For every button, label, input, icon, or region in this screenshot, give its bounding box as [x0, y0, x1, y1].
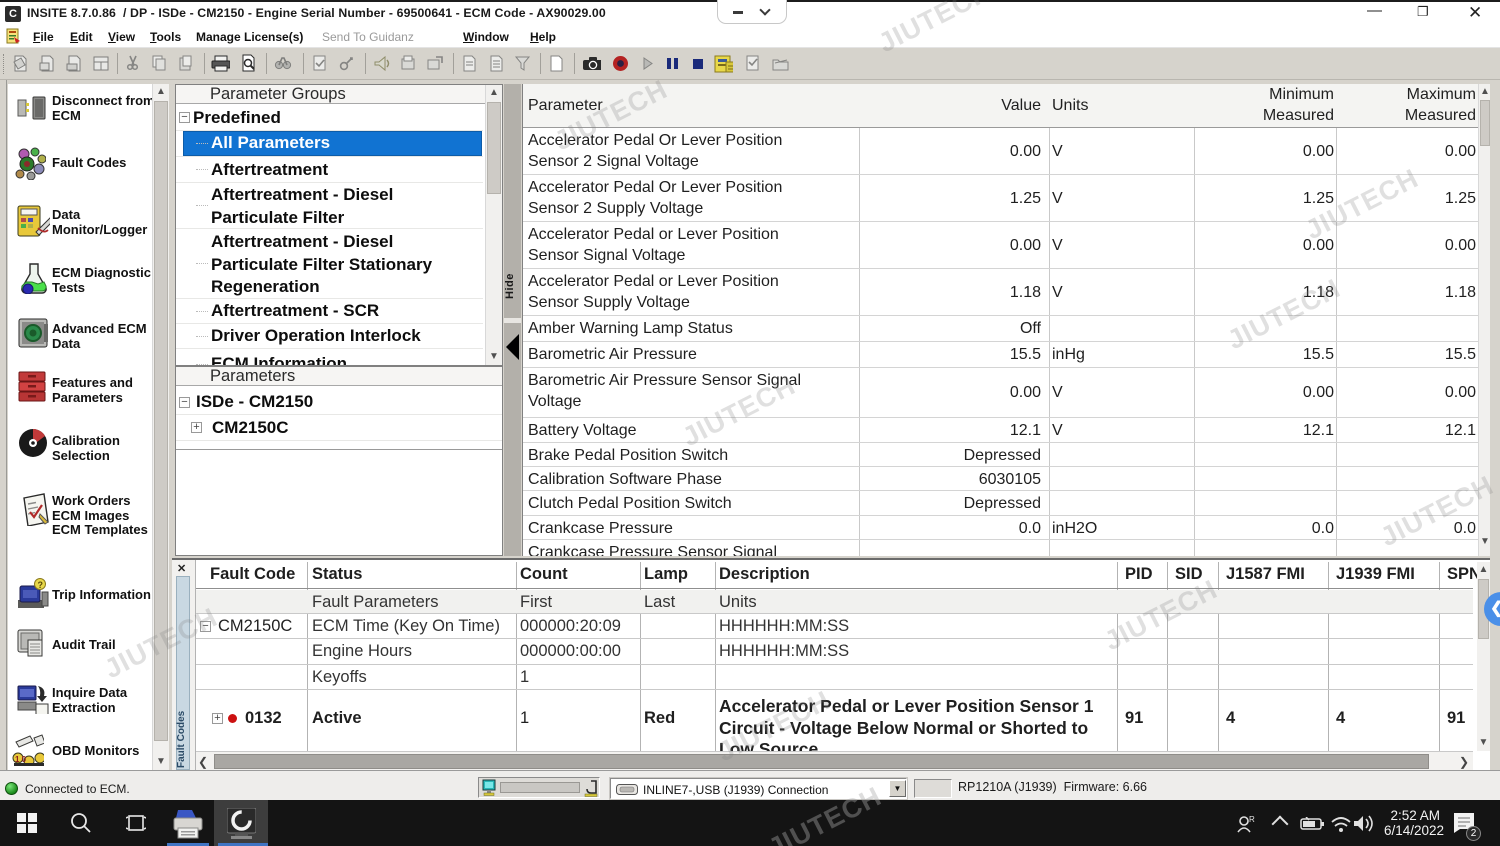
svg-text:1 0: 1 0: [15, 755, 27, 764]
svg-text:?: ?: [38, 580, 44, 590]
svg-text:R: R: [1249, 815, 1255, 824]
